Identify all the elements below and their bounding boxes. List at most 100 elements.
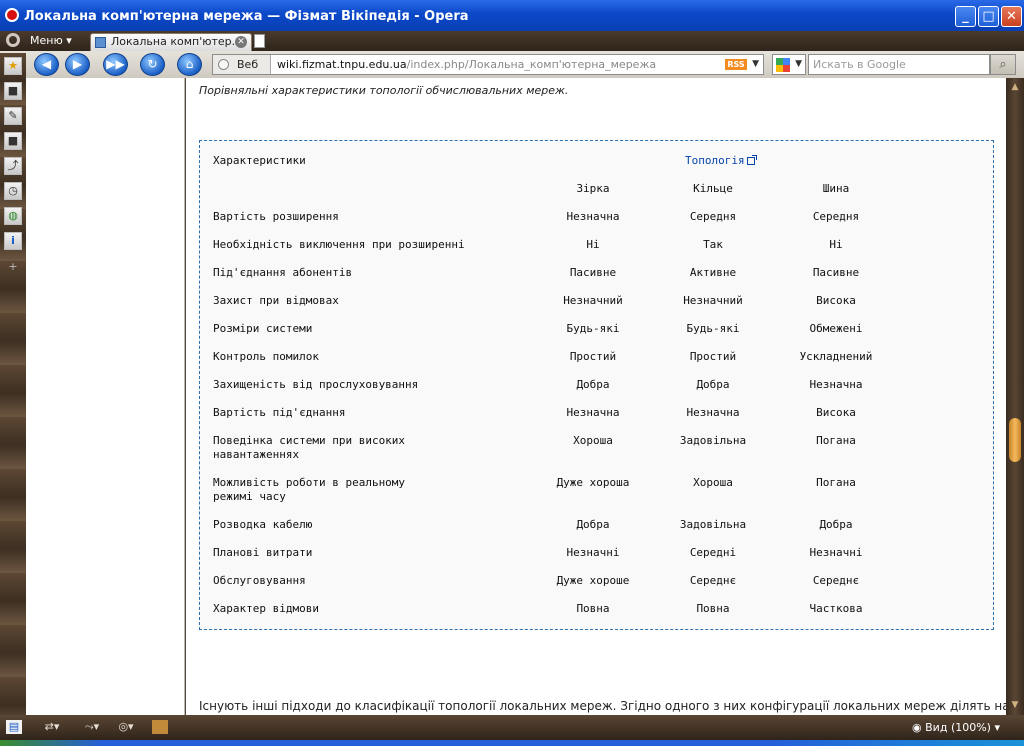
history-icon[interactable]: ◷ [4,182,22,200]
home-button[interactable]: ⌂ [177,53,202,76]
rss-icon[interactable]: RSS [725,59,747,70]
table-cell: Незначна [686,406,740,419]
table-cell: Незначні [566,546,620,559]
external-link-icon [746,155,757,165]
address-dropdown-icon[interactable]: ▼ [752,55,759,74]
address-url[interactable]: wiki.fizmat.tnpu.edu.ua/index.php/Локаль… [277,55,656,74]
downloads-icon[interactable]: ■ [4,132,22,150]
table-cell: Незначна [566,210,620,223]
eye-icon: ◉ [912,721,926,734]
table-cell: Середні [689,546,737,559]
tab-label: Локальна комп'ютер... [111,35,243,48]
table-cell: Будь-які [686,322,740,335]
status-indicator-icon [152,720,168,734]
side-panel [26,78,185,715]
table-cell: Висока [816,294,856,307]
table-cell: Добра [819,518,853,531]
google-icon [776,58,790,72]
row-label: Необхідність виключення при розширенні [213,238,465,251]
title-bar: Локальна комп'ютерна мережа — Фізмат Вік… [0,0,1024,31]
maximize-button[interactable]: □ [978,6,999,27]
table-cell: Хороша [693,476,733,489]
table-caption: Порівняльні характеристики топології обч… [199,84,569,97]
forward-button[interactable]: ▶ [65,53,90,76]
chevron-down-icon: ▼ [795,59,802,69]
row-label: Контроль помилок [213,350,319,363]
table-cell: Незначна [809,378,863,391]
column-header: Кільце [693,182,733,195]
links-globe-icon[interactable]: ◍ [4,207,22,225]
table-cell: Незначні [809,546,863,559]
notes-icon[interactable]: ✎ [4,107,22,125]
column-header: Шина [822,182,850,195]
table-cell: Незначний [683,294,743,307]
share-icon[interactable]: ⤴ [4,157,22,175]
page-content: Порівняльні характеристики топології обч… [186,78,1006,715]
table-cell: Висока [816,406,856,419]
vertical-scrollbar[interactable]: ▲ ▼ [1006,78,1024,715]
row-label: Під'єднання абонентів [213,266,353,279]
speed-dial-icon[interactable]: ⇄▾ [44,720,60,734]
row-label: Характер відмови [213,602,319,615]
opera-logo-icon [5,8,19,22]
row-label: Поведінка системи при високих навантажен… [213,434,406,461]
turbo-icon[interactable]: ⤳▾ [84,720,100,734]
chevron-down-icon: ▾ [66,34,72,47]
table-cell: Простий [689,350,737,363]
table-cell: Погана [816,434,856,447]
address-kind-label: Веб [237,58,259,71]
table-cell: Хороша [573,434,613,447]
table-cell: Погана [816,476,856,489]
table-cell: Обмежені [809,322,863,335]
new-tab-button[interactable] [254,34,265,48]
favicon-icon [95,37,106,48]
address-kind-selector[interactable]: Веб [213,55,271,74]
column-header: Зірка [576,182,610,195]
table-cell: Ускладнений [799,350,873,363]
opera-menu-icon [6,33,20,47]
scroll-up-icon[interactable]: ▲ [1008,80,1022,94]
table-cell: Середнє [689,574,737,587]
url-path: /index.php/Локальна_комп'ютерна_мережа [406,58,657,71]
unite-icon[interactable]: ◎▾ [118,720,134,734]
widgets-icon[interactable]: ■ [4,82,22,100]
close-window-button[interactable]: ✕ [1001,6,1022,27]
windows-taskbar [0,740,1024,746]
table-cell: Дуже хороше [556,574,630,587]
tab-active[interactable]: Локальна комп'ютер... ✕ [90,33,252,51]
scroll-down-icon[interactable]: ▼ [1008,698,1022,712]
bookmarks-star-icon[interactable]: ★ [4,57,22,75]
row-label: Захищеність від прослуховування [213,378,419,391]
opera-menu-button[interactable]: Меню ▾ [6,33,72,49]
reload-button[interactable]: ↻ [140,53,165,76]
table-cell: Задовільна [679,434,747,447]
close-tab-icon[interactable]: ✕ [235,36,247,48]
row-label: Можливість роботи в реальному режимі час… [213,476,406,503]
search-icon[interactable]: ⌕ [990,54,1016,75]
table-cell: Середня [812,210,860,223]
minimize-button[interactable]: _ [955,6,976,27]
panel-toggle-icon[interactable]: ▤ [6,720,22,734]
search-input[interactable] [808,54,990,75]
scroll-thumb[interactable] [1009,418,1021,462]
table-cell: Ні [829,238,843,251]
tab-bar: Меню ▾ Локальна комп'ютер... ✕ [0,31,1024,51]
topology-link-text: Топологія [685,154,745,167]
add-panel-icon[interactable]: + [4,259,22,277]
table-cell: Так [703,238,723,251]
row-label: Планові витрати [213,546,313,559]
back-button[interactable]: ◀ [34,53,59,76]
row-label: Вартість під'єднання [213,406,346,419]
topology-link[interactable]: Топологія [685,154,757,168]
info-icon[interactable]: i [4,232,22,250]
address-bar[interactable]: Веб wiki.fizmat.tnpu.edu.ua/index.php/Ло… [212,54,764,75]
table-cell: Добра [696,378,730,391]
zoom-level[interactable]: ◉ Вид (100%) ▾ [912,721,1000,734]
row-label: Розміри системи [213,322,313,335]
search-engine-selector[interactable]: ▼ [772,54,806,75]
menu-label: Меню [30,34,63,47]
table-cell: Незначний [563,294,623,307]
row-label: Розводка кабелю [213,518,313,531]
table-cell: Часткова [809,602,863,615]
fast-forward-button[interactable]: ▶▶ [103,53,128,76]
